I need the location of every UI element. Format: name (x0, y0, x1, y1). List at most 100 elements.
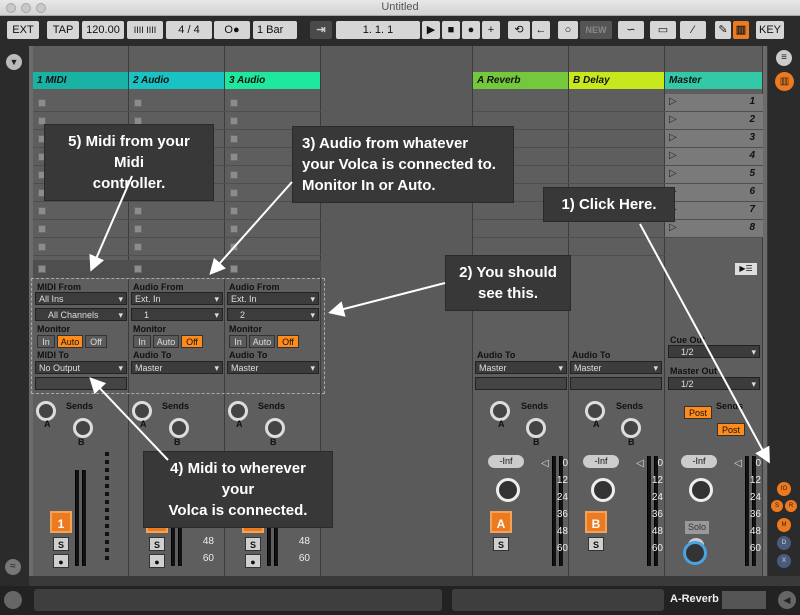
clip-slot[interactable] (129, 202, 225, 220)
clip-slot[interactable] (33, 94, 129, 112)
tap-tempo-button[interactable]: TAP (47, 21, 79, 39)
clip-stop-icon[interactable] (38, 135, 46, 143)
pencil-icon[interactable]: ✎ (715, 21, 731, 39)
scene-play-icon[interactable]: ▷ (669, 186, 677, 197)
clip-stop-icon[interactable] (134, 207, 142, 215)
draw-curve-icon[interactable]: ∽ (618, 21, 644, 39)
stop-clip-icon[interactable] (38, 265, 46, 273)
key-map-button[interactable]: KEY (756, 21, 784, 39)
track-header[interactable]: 2 Audio (129, 72, 224, 89)
clip-slot[interactable] (33, 238, 129, 256)
io-toggle-icon[interactable]: IO (777, 482, 791, 496)
scene-launch[interactable]: ▷ 4 (665, 148, 763, 166)
clip-stop-icon[interactable] (134, 225, 142, 233)
clip-slot[interactable] (225, 112, 321, 130)
clip-slot[interactable] (225, 202, 321, 220)
close-window-button[interactable] (6, 3, 16, 13)
time-signature-field[interactable]: 4 / 4 (166, 21, 212, 39)
arrangement-position-field[interactable]: 1. 1. 1 (336, 21, 420, 39)
clip-stop-icon[interactable] (134, 99, 142, 107)
clip-stop-icon[interactable] (38, 225, 46, 233)
clip-slot[interactable] (569, 238, 665, 256)
stop-clip-icon[interactable] (230, 265, 238, 273)
clip-stop-icon[interactable] (134, 189, 142, 197)
clip-stop-icon[interactable] (230, 225, 238, 233)
clip-slot[interactable] (473, 202, 569, 220)
clip-slot[interactable] (225, 238, 321, 256)
menu-icon[interactable]: ≡ (776, 50, 792, 66)
clip-slot[interactable] (569, 184, 665, 202)
nudge-buttons[interactable]: IIII IIII (127, 21, 163, 39)
clip-slot[interactable] (129, 112, 225, 130)
clip-stop-icon[interactable] (38, 207, 46, 215)
clip-slot[interactable] (33, 220, 129, 238)
clip-stop-icon[interactable] (230, 207, 238, 215)
monitor-icon[interactable]: ▭ (650, 21, 676, 39)
scene-launch[interactable]: ▷ 8 (665, 220, 763, 238)
clip-slot[interactable] (569, 94, 665, 112)
track-header[interactable]: 1 MIDI (33, 72, 128, 89)
stop-clip-icon[interactable] (134, 265, 142, 273)
scene-launch[interactable]: ▷ 6 (665, 184, 763, 202)
clip-slot[interactable] (129, 184, 225, 202)
clip-slot[interactable] (473, 166, 569, 184)
back-to-arrangement-icon[interactable]: ← (532, 21, 550, 39)
clip-stop-icon[interactable] (134, 243, 142, 251)
clip-stop-icon[interactable] (38, 153, 46, 161)
clip-stop-icon[interactable] (230, 117, 238, 125)
scene-play-icon[interactable]: ▷ (669, 222, 677, 233)
clip-slot[interactable] (473, 238, 569, 256)
follow-icon[interactable]: ⇥ (310, 21, 332, 39)
stop-all-clips-icon[interactable]: ▶☰ (735, 263, 757, 275)
clip-slot[interactable] (569, 148, 665, 166)
track-stop-button[interactable] (225, 260, 321, 278)
clip-stop-icon[interactable] (134, 153, 142, 161)
scene-play-icon[interactable]: ▷ (669, 168, 677, 179)
browser-toggle-icon[interactable]: ▼ (6, 54, 22, 70)
track-header[interactable]: 3 Audio (225, 72, 320, 89)
clip-stop-icon[interactable] (38, 243, 46, 251)
clip-slot[interactable] (473, 130, 569, 148)
automation-arm-icon[interactable]: ⟲ (508, 21, 530, 39)
crossfade-toggle-icon[interactable]: X (777, 554, 791, 568)
track-stop-button[interactable] (33, 260, 129, 278)
clip-stop-icon[interactable] (38, 189, 46, 197)
scene-launch[interactable]: ▷ 1 (665, 94, 763, 112)
clip-slot[interactable] (33, 112, 129, 130)
record-icon[interactable]: ● (462, 21, 480, 39)
clip-stop-icon[interactable] (230, 135, 238, 143)
clip-slot[interactable] (569, 202, 665, 220)
clip-slot[interactable] (129, 130, 225, 148)
session-view-icon[interactable]: ▥ (775, 72, 794, 91)
clip-slot[interactable] (225, 130, 321, 148)
clip-stop-icon[interactable] (38, 99, 46, 107)
clip-slot[interactable] (129, 220, 225, 238)
sends-toggle-icon[interactable]: S (771, 500, 783, 512)
clip-stop-icon[interactable] (134, 117, 142, 125)
cpu-icon[interactable]: ▥ (733, 21, 749, 39)
clip-slot[interactable] (473, 112, 569, 130)
clip-slot[interactable] (33, 130, 129, 148)
clip-slot[interactable] (33, 148, 129, 166)
scene-launch[interactable]: ▷ 5 (665, 166, 763, 184)
scene-play-icon[interactable]: ▷ (669, 96, 677, 107)
clip-slot[interactable] (33, 166, 129, 184)
clip-stop-icon[interactable] (38, 171, 46, 179)
scene-play-icon[interactable]: ▷ (669, 150, 677, 161)
ext-sync-button[interactable]: EXT (7, 21, 39, 39)
overview-icon[interactable]: ≈ (5, 559, 21, 575)
metronome-button[interactable]: O● (214, 21, 250, 39)
detail-toggle-icon[interactable]: ◀ (778, 591, 796, 609)
minimize-window-button[interactable] (21, 3, 31, 13)
track-stop-button[interactable] (129, 260, 225, 278)
new-session-button[interactable]: NEW (580, 21, 612, 39)
clip-stop-icon[interactable] (230, 153, 238, 161)
clip-slot[interactable] (129, 238, 225, 256)
clip-slot[interactable] (473, 184, 569, 202)
zoom-window-button[interactable] (36, 3, 46, 13)
add-icon[interactable]: + (482, 21, 500, 39)
play-icon[interactable]: ▶ (422, 21, 440, 39)
mixer-toggle-icon[interactable]: M (777, 518, 791, 532)
clip-slot[interactable] (33, 202, 129, 220)
track-header[interactable]: B Delay (569, 72, 664, 89)
